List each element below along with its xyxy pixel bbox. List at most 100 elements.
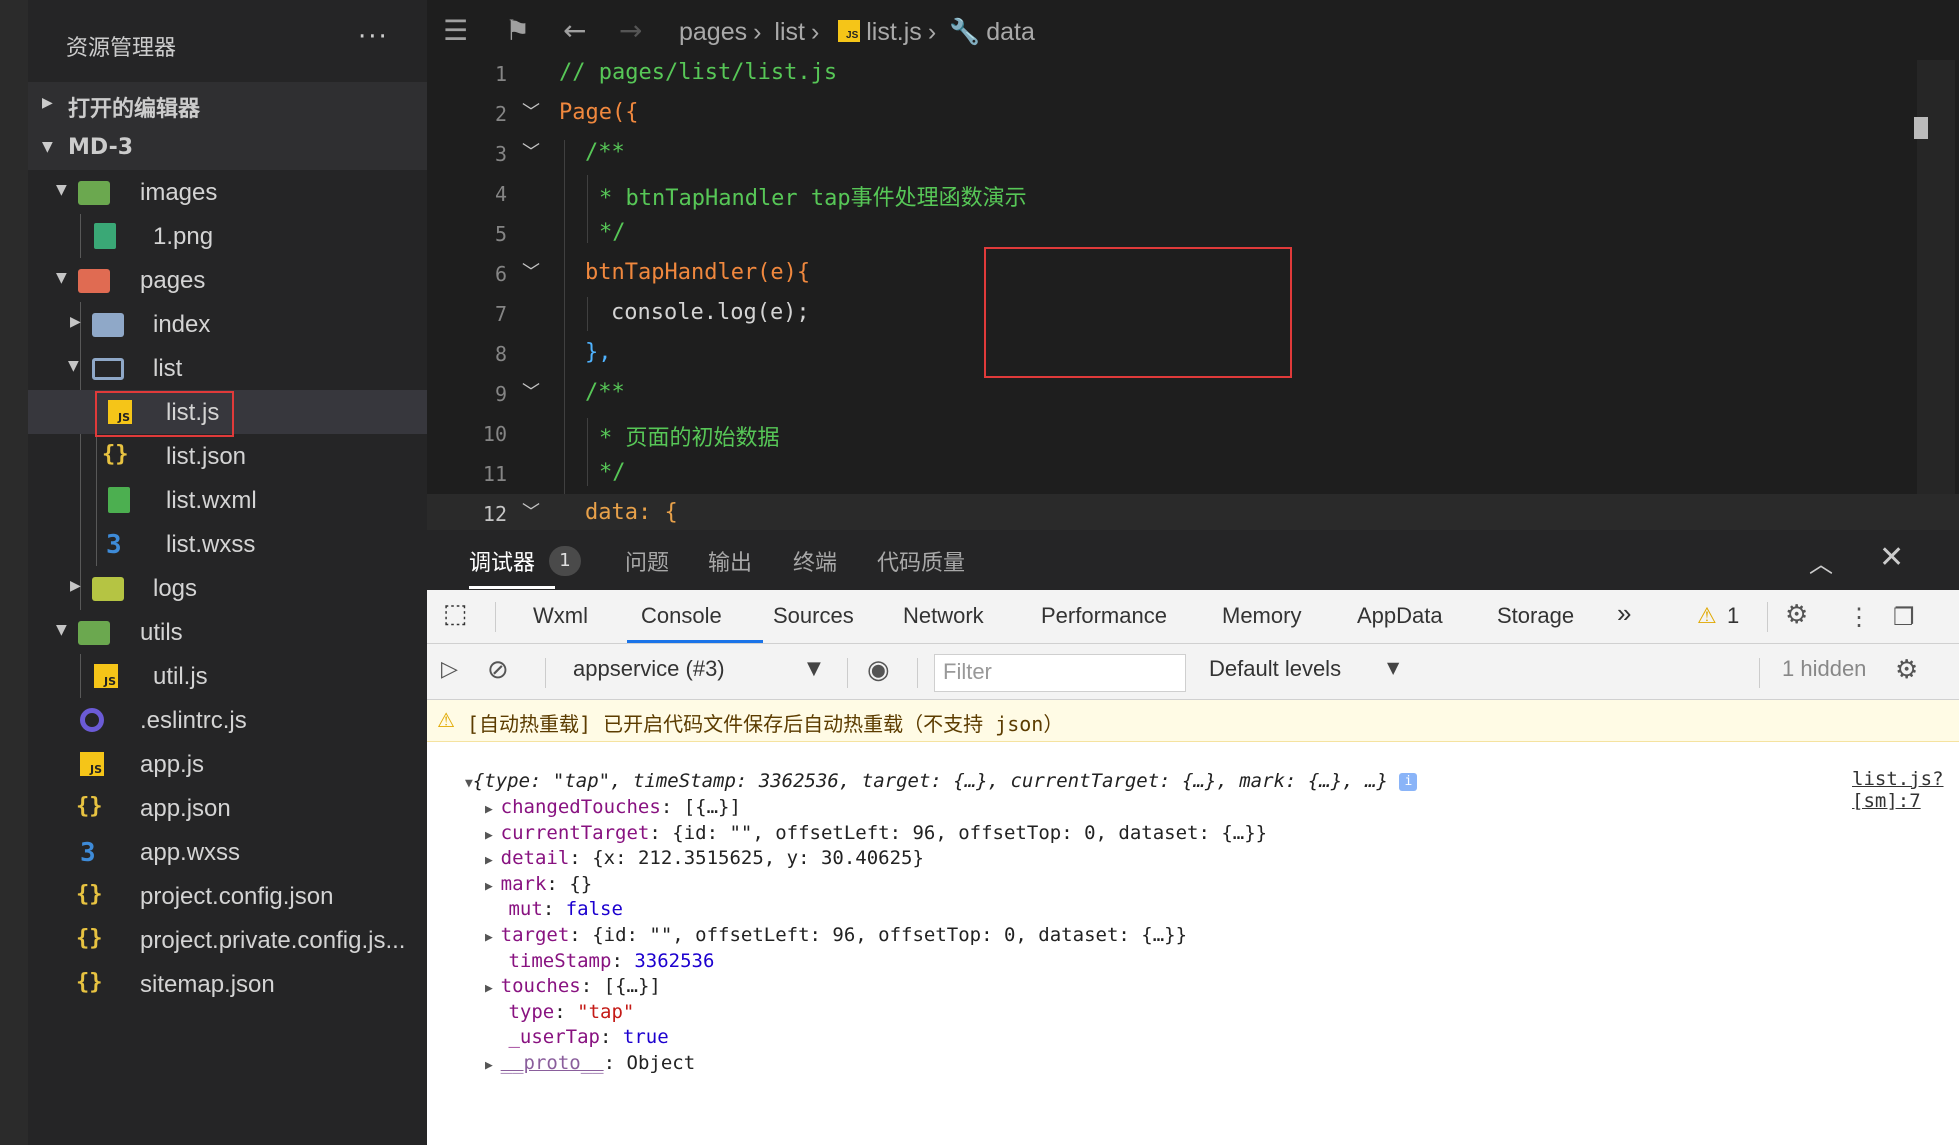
warning-count[interactable]: 1 bbox=[1727, 603, 1739, 629]
console-warning: ⚠ [自动热重载] 已开启代码文件保存后自动热重载（不支持 json） bbox=[427, 700, 1959, 742]
section-project[interactable]: ▼ MD-3 bbox=[28, 126, 427, 170]
console-prop-row[interactable]: ▶ mark: {} bbox=[485, 873, 592, 899]
tree-item-util-js[interactable]: JS util.js bbox=[28, 654, 427, 698]
tab-sources[interactable]: Sources bbox=[773, 603, 854, 629]
section-open-editors[interactable]: ▶ 打开的编辑器 bbox=[28, 82, 427, 126]
tab-output[interactable]: 输出 bbox=[708, 545, 752, 577]
line-number: 8 bbox=[494, 342, 507, 366]
context-select[interactable]: appservice (#3) bbox=[573, 656, 725, 682]
fold-chevron-icon[interactable]: ﹀ bbox=[522, 498, 540, 524]
sidebar-toggle-icon[interactable]: ▷ bbox=[441, 656, 458, 682]
list-icon[interactable]: ☰ bbox=[443, 14, 468, 47]
console-prop-row[interactable]: ▶ changedTouches: [{…}] bbox=[485, 796, 741, 822]
chevron-down-icon: ▼ bbox=[56, 270, 67, 286]
prop-value: 3362536 bbox=[634, 949, 715, 972]
tree-item-list-json[interactable]: {} list.json bbox=[28, 434, 427, 478]
tree-item-logs[interactable]: ▶ logs bbox=[28, 566, 427, 610]
console-prop-row[interactable]: ▶ target: {id: "", offsetLeft: 96, offse… bbox=[485, 924, 1187, 950]
caret-right-icon: ▶ bbox=[485, 1058, 501, 1073]
line-number: 10 bbox=[482, 422, 507, 446]
tab-code-quality[interactable]: 代码质量 bbox=[877, 545, 965, 577]
line-number: 6 bbox=[494, 262, 507, 286]
fold-chevron-icon[interactable]: ﹀ bbox=[522, 98, 540, 124]
prop-key: _userTap bbox=[508, 1026, 600, 1049]
line-number: 7 bbox=[494, 302, 507, 326]
breadcrumb-item[interactable]: list bbox=[774, 18, 805, 46]
js-file-icon: JS bbox=[80, 752, 104, 776]
prop-value: {x: 212.3515625, y: 30.40625} bbox=[592, 847, 924, 870]
folder-red-icon bbox=[78, 269, 110, 293]
tab-storage[interactable]: Storage bbox=[1497, 603, 1574, 629]
active-tab-indicator bbox=[469, 586, 555, 589]
log-levels-select[interactable]: Default levels bbox=[1209, 656, 1341, 682]
inspect-element-icon[interactable]: ⬚ bbox=[443, 598, 468, 629]
clear-console-icon[interactable]: ⊘ bbox=[487, 654, 509, 685]
tree-item-app-json[interactable]: {} app.json bbox=[28, 786, 427, 830]
folder-green-icon bbox=[78, 621, 110, 645]
prop-key: timeStamp bbox=[508, 949, 612, 972]
prop-key: __proto__ bbox=[500, 1052, 604, 1074]
code-editor[interactable]: ☰ ⚑ ← → pages › list › JS list.js › 🔧 data 1 … bbox=[427, 0, 1959, 534]
tree-item-project-config[interactable]: {} project.config.json bbox=[28, 874, 427, 918]
forward-arrow-icon[interactable]: → bbox=[619, 14, 642, 47]
more-actions-icon[interactable]: ··· bbox=[358, 22, 389, 52]
dropdown-arrow-icon[interactable]: ▼ bbox=[807, 658, 821, 679]
tree-item-app-wxss[interactable]: 3 app.wxss bbox=[28, 830, 427, 874]
hidden-count: 1 hidden bbox=[1782, 656, 1867, 681]
tree-item-1png[interactable]: 1.png bbox=[28, 214, 427, 258]
tab-performance[interactable]: Performance bbox=[1041, 603, 1167, 629]
wxml-file-icon bbox=[108, 487, 130, 513]
eye-icon[interactable]: ◉ bbox=[867, 654, 890, 685]
tab-debugger[interactable]: 调试器 bbox=[469, 545, 535, 577]
console-prop-row[interactable]: ▶ touches: [{…}] bbox=[485, 975, 661, 1001]
console-prop-row[interactable]: ▶ detail: {x: 212.3515625, y: 30.40625} bbox=[485, 847, 924, 873]
console-prop-row[interactable]: ▶ __proto__: Object bbox=[485, 1052, 695, 1078]
prop-key: currentTarget bbox=[500, 821, 650, 844]
chevron-up-icon[interactable]: ︿ bbox=[1809, 544, 1833, 579]
kebab-menu-icon[interactable]: ⋮ bbox=[1847, 603, 1871, 632]
dock-icon[interactable]: ❐ bbox=[1893, 603, 1915, 632]
console-object-summary[interactable]: ▼{type: "tap", timeStamp: 3362536, targe… bbox=[465, 770, 1418, 796]
tree-item-list[interactable]: ▼ list bbox=[28, 346, 427, 390]
tree-item-list-wxss[interactable]: 3 list.wxss bbox=[28, 522, 427, 566]
json-file-icon: {} bbox=[102, 442, 129, 467]
code-line-current: 12 ﹀ data: { bbox=[427, 494, 1959, 534]
js-file-icon: JS bbox=[94, 664, 118, 688]
tab-wxml[interactable]: Wxml bbox=[533, 603, 588, 629]
tree-item-sitemap[interactable]: {} sitemap.json bbox=[28, 962, 427, 1006]
tab-terminal[interactable]: 终端 bbox=[793, 545, 837, 577]
prop-key: changedTouches bbox=[500, 796, 661, 818]
tree-item-index[interactable]: ▶ index bbox=[28, 302, 427, 346]
breadcrumb-item[interactable]: pages bbox=[679, 18, 747, 46]
dropdown-arrow-icon[interactable]: ▼ bbox=[1387, 658, 1399, 677]
tree-item-images[interactable]: ▼ images bbox=[28, 170, 427, 214]
tab-appdata[interactable]: AppData bbox=[1357, 603, 1443, 629]
panel-tab-bar: 调试器 1 问题 输出 终端 代码质量 ︿ ✕ bbox=[427, 530, 1959, 590]
fold-chevron-icon[interactable]: ﹀ bbox=[522, 378, 540, 404]
tree-item-eslintrc[interactable]: .eslintrc.js bbox=[28, 698, 427, 742]
back-arrow-icon[interactable]: ← bbox=[563, 14, 586, 47]
tree-item-app-js[interactable]: JS app.js bbox=[28, 742, 427, 786]
tab-console[interactable]: Console bbox=[641, 603, 722, 629]
bookmark-icon[interactable]: ⚑ bbox=[505, 14, 530, 47]
tab-network[interactable]: Network bbox=[903, 603, 984, 629]
console-prop-row[interactable]: ▶ currentTarget: {id: "", offsetLeft: 96… bbox=[485, 822, 1267, 848]
close-icon[interactable]: ✕ bbox=[1879, 540, 1904, 575]
tree-item-label: images bbox=[140, 179, 218, 206]
line-number: 9 bbox=[494, 382, 507, 406]
filter-input[interactable]: Filter bbox=[934, 654, 1186, 692]
tree-item-project-private-config[interactable]: {} project.private.config.js... bbox=[28, 918, 427, 962]
settings-gear-icon[interactable]: ⚙ bbox=[1785, 599, 1808, 630]
tree-item-list-wxml[interactable]: list.wxml bbox=[28, 478, 427, 522]
tab-memory[interactable]: Memory bbox=[1222, 603, 1301, 629]
fold-chevron-icon[interactable]: ﹀ bbox=[522, 138, 540, 164]
more-tabs-icon[interactable]: » bbox=[1617, 598, 1631, 629]
breadcrumb-item[interactable]: list.js bbox=[866, 18, 922, 46]
breadcrumb-item[interactable]: data bbox=[986, 18, 1035, 46]
tab-problems[interactable]: 问题 bbox=[625, 545, 669, 577]
fold-chevron-icon[interactable]: ﹀ bbox=[522, 258, 540, 284]
tree-item-pages[interactable]: ▼ pages bbox=[28, 258, 427, 302]
tree-item-utils[interactable]: ▼ utils bbox=[28, 610, 427, 654]
source-link[interactable]: list.js? [sm]:7 bbox=[1852, 768, 1959, 812]
console-settings-gear-icon[interactable]: ⚙ bbox=[1895, 654, 1918, 685]
